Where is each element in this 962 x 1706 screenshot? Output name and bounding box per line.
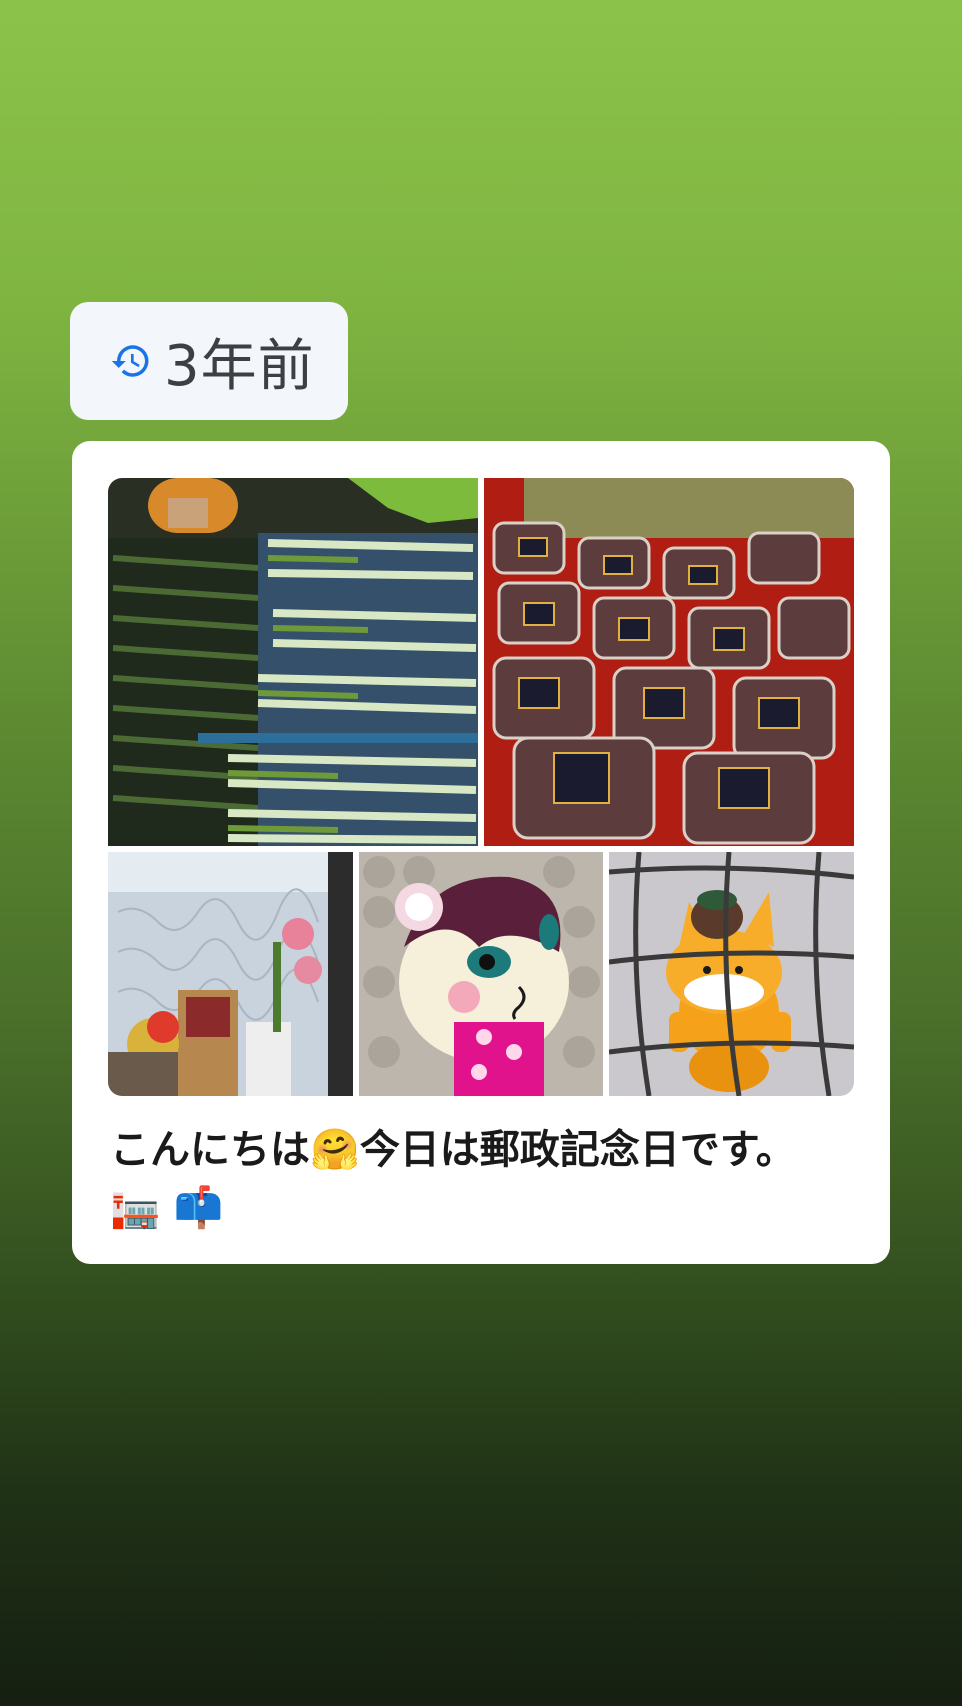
memory-badge[interactable]: 3年前 [70,302,348,420]
memory-label: 3年前 [164,333,315,399]
post-text: こんにちは🤗今日は郵政記念日です。 🏣 📫 [110,1121,860,1237]
post-office-emoji: 🏣 [110,1185,160,1231]
mailbox-emoji: 📫 [173,1185,224,1231]
post-card[interactable]: こんにちは🤗今日は郵政記念日です。 🏣 📫 [72,441,890,1264]
photo-window-shrine[interactable] [108,852,353,1096]
history-icon [111,345,149,377]
photo-green-onions[interactable] [108,478,478,846]
photo-fox-figure[interactable] [609,852,854,1096]
post-text-body: 今日は郵政記念日です。 [359,1127,796,1173]
photo-grape-packs[interactable] [484,478,854,846]
post-text-greeting: こんにちは [110,1127,310,1173]
hugging-face-emoji: 🤗 [310,1127,360,1173]
photo-game-character[interactable] [359,852,603,1096]
photo-grid [108,478,854,1136]
